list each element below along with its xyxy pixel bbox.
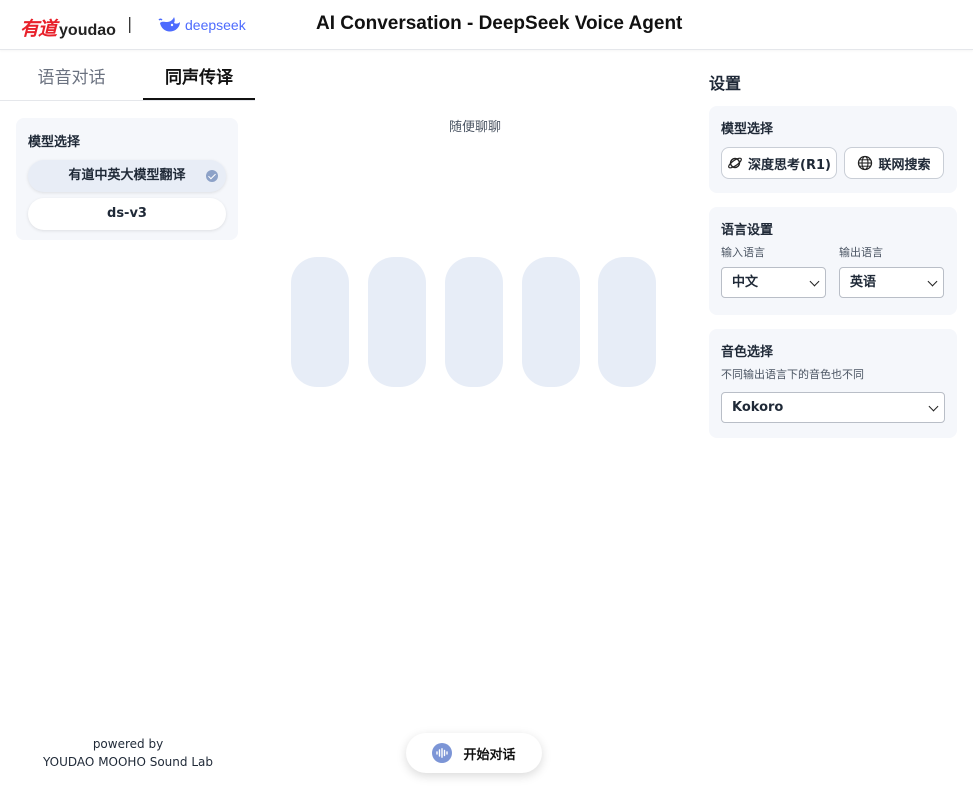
deepseek-logo-text: deepseek <box>185 17 246 33</box>
check-circle-icon <box>206 170 218 182</box>
chevron-down-icon <box>927 276 938 287</box>
planet-icon <box>728 157 742 169</box>
voice-selection-hint: 不同输出语言下的音色也不同 <box>721 368 864 381</box>
web-search-label: 联网搜索 <box>878 157 931 173</box>
start-conversation-button[interactable]: 开始对话 <box>406 733 542 773</box>
input-language-value: 中文 <box>732 275 759 290</box>
mode-tabs: 语音对话 同声传译 <box>0 56 255 101</box>
voice-select[interactable]: Kokoro <box>721 392 945 423</box>
settings-model-card: 模型选择 深度思考(R1) 联网搜索 <box>709 106 957 193</box>
model-option-ds-v3[interactable]: ds-v3 <box>28 198 226 230</box>
powered-by: powered by YOUDAO MOOHO Sound Lab <box>28 735 228 771</box>
deep-think-button[interactable]: 深度思考(R1) <box>721 147 837 179</box>
visualizer-bar <box>291 257 349 387</box>
app-title: AI Conversation - DeepSeek Voice Agent <box>316 13 683 34</box>
lab-name: YOUDAO MOOHO Sound Lab <box>43 755 213 769</box>
tab-simultaneous-interpretation[interactable]: 同声传译 <box>143 56 255 100</box>
visualizer-bar <box>522 257 580 387</box>
youdao-logo-cn: 有道 <box>20 18 57 40</box>
model-selection-label: 模型选择 <box>28 135 81 150</box>
voice-selection-card: 音色选择 不同输出语言下的音色也不同 Kokoro <box>709 329 957 438</box>
visualizer-bar <box>368 257 426 387</box>
model-selection-panel: 模型选择 有道中英大模型翻译 ds-v3 <box>16 118 238 240</box>
settings-model-label: 模型选择 <box>721 122 774 137</box>
powered-by-label: powered by <box>92 737 164 751</box>
output-language-value: 英语 <box>850 275 877 290</box>
audio-visualizer <box>291 257 657 387</box>
globe-icon <box>858 155 873 171</box>
visualizer-bar <box>445 257 503 387</box>
chevron-down-icon <box>809 276 820 287</box>
chevron-down-icon <box>928 401 939 412</box>
visualizer-bar <box>598 257 656 387</box>
voice-select-value: Kokoro <box>732 400 784 415</box>
web-search-button[interactable]: 联网搜索 <box>844 147 944 179</box>
deepseek-whale-icon <box>158 17 180 32</box>
youdao-logo: 有道 youdao <box>20 14 116 41</box>
audio-wave-icon <box>432 743 453 763</box>
model-option-label: ds-v3 <box>107 206 147 221</box>
language-settings-card: 语言设置 输入语言 中文 输出语言 英语 <box>709 207 957 315</box>
output-language-select[interactable]: 英语 <box>839 267 944 298</box>
tab-voice-chat[interactable]: 语音对话 <box>0 56 143 100</box>
start-conversation-label: 开始对话 <box>463 747 516 763</box>
language-settings-label: 语言设置 <box>721 223 774 238</box>
input-language-select[interactable]: 中文 <box>721 267 826 298</box>
youdao-logo-en: youdao <box>59 22 116 39</box>
voice-selection-label: 音色选择 <box>721 345 774 360</box>
app-header: 有道 youdao | deepseek AI Conversation - D… <box>0 0 973 50</box>
deep-think-label: 深度思考(R1) <box>748 157 831 173</box>
logo-separator: | <box>127 14 133 33</box>
conversation-hint: 随便聊聊 <box>448 120 501 135</box>
input-language-label: 输入语言 <box>721 246 765 259</box>
deepseek-logo: deepseek <box>158 14 246 36</box>
model-option-youdao[interactable]: 有道中英大模型翻译 <box>28 160 226 192</box>
model-option-label: 有道中英大模型翻译 <box>68 168 186 183</box>
output-language-label: 输出语言 <box>839 246 883 259</box>
settings-title: 设置 <box>709 74 742 93</box>
